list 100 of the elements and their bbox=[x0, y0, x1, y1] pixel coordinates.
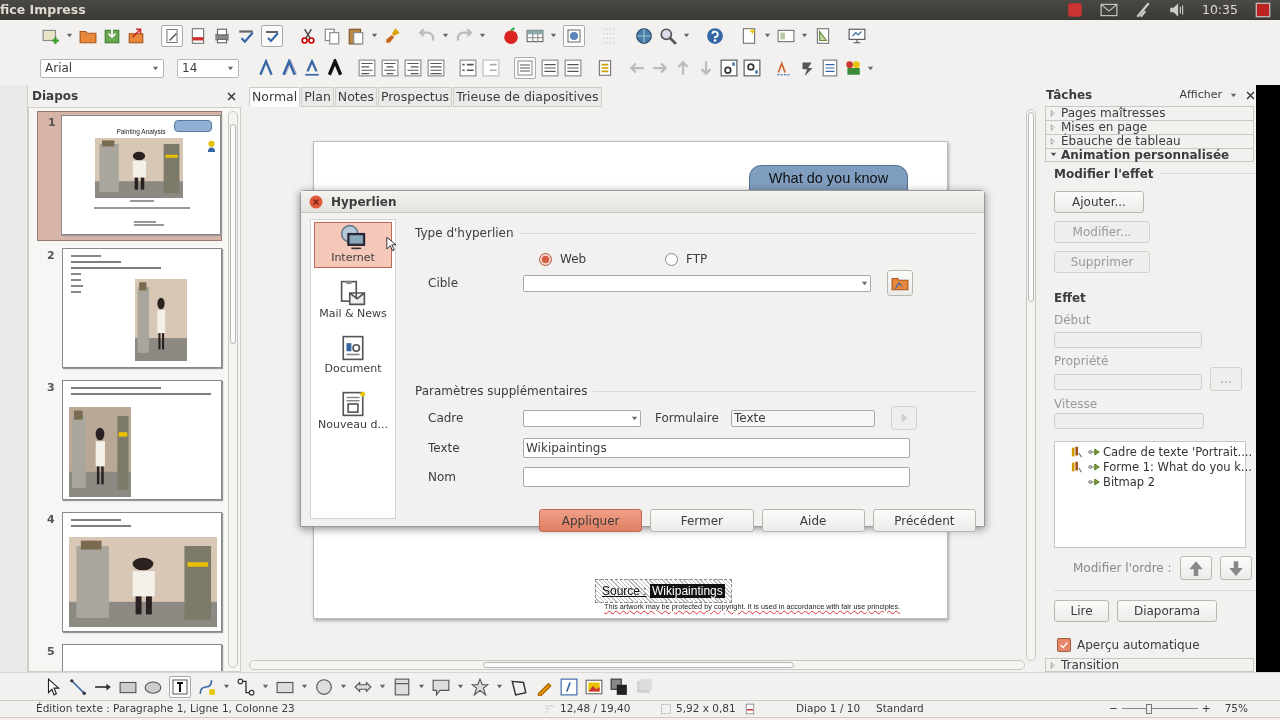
lower-icon[interactable] bbox=[743, 59, 761, 77]
mail-icon[interactable] bbox=[1099, 1, 1118, 19]
slide-thumbnail[interactable] bbox=[62, 512, 222, 632]
volume-icon[interactable] bbox=[1167, 1, 1186, 19]
category-item[interactable]: Internet bbox=[314, 222, 392, 268]
panel-section-header[interactable]: Ébauche de tableau bbox=[1045, 133, 1254, 148]
justify-icon[interactable] bbox=[427, 59, 445, 77]
textbox-icon[interactable] bbox=[560, 677, 578, 696]
dropdown-caret-icon[interactable] bbox=[631, 414, 638, 422]
image-frame-icon[interactable] bbox=[563, 24, 585, 47]
power-icon[interactable] bbox=[1254, 1, 1272, 19]
edit-icon[interactable] bbox=[161, 24, 183, 47]
dialog-button[interactable]: Appliquer bbox=[539, 509, 643, 532]
animation-row[interactable]: Bitmap 2 bbox=[1055, 474, 1245, 490]
line-icon[interactable] bbox=[69, 677, 87, 696]
copy-icon[interactable] bbox=[323, 26, 341, 45]
caret-icon[interactable] bbox=[479, 32, 486, 39]
effect-arrow-icon[interactable] bbox=[1087, 476, 1101, 489]
caret-icon[interactable] bbox=[371, 32, 378, 39]
caret-icon[interactable] bbox=[262, 683, 269, 690]
globe-icon[interactable] bbox=[635, 26, 653, 45]
name-field[interactable] bbox=[523, 467, 910, 487]
effect-arrow-icon[interactable] bbox=[1087, 446, 1101, 459]
view-tab[interactable]: Notes bbox=[334, 87, 377, 107]
category-item[interactable]: Nouveau d... bbox=[314, 388, 392, 434]
flowchart-icon[interactable] bbox=[393, 677, 411, 696]
panel-section-header[interactable]: Animation personnalisée bbox=[1045, 147, 1254, 162]
move-up-button[interactable] bbox=[1179, 556, 1212, 580]
effect-button[interactable]: Ajouter... bbox=[1054, 190, 1144, 213]
printer-icon[interactable] bbox=[213, 26, 231, 45]
slide-thumbnail[interactable] bbox=[62, 248, 222, 368]
arrange-icon[interactable] bbox=[610, 677, 628, 696]
zoom-slider[interactable] bbox=[1121, 704, 1198, 714]
caret-icon[interactable] bbox=[801, 32, 808, 39]
caret-icon[interactable] bbox=[66, 32, 73, 39]
slide-thumbnail-row[interactable]: 3 bbox=[37, 377, 222, 505]
dialog-button[interactable]: Aide bbox=[761, 509, 865, 532]
ball-icon[interactable] bbox=[502, 26, 520, 45]
play-button[interactable]: Lire bbox=[1054, 600, 1109, 622]
view-tab[interactable]: Plan bbox=[301, 87, 334, 107]
slide-thumbnail-row[interactable]: 4 bbox=[37, 509, 222, 637]
caret-icon[interactable] bbox=[550, 32, 557, 39]
font-size-field[interactable]: 14 bbox=[177, 58, 239, 78]
caret-icon[interactable] bbox=[1230, 91, 1237, 99]
save-icon[interactable] bbox=[103, 26, 121, 45]
close-icon[interactable] bbox=[1245, 89, 1256, 101]
close-icon[interactable] bbox=[226, 90, 237, 102]
pdf-icon[interactable] bbox=[189, 26, 207, 45]
caret-icon[interactable] bbox=[867, 64, 874, 72]
shadow-text-icon[interactable] bbox=[280, 59, 298, 77]
caret-icon[interactable] bbox=[457, 683, 464, 690]
slide-thumbnail[interactable] bbox=[62, 380, 222, 500]
dialog-button[interactable]: Fermer bbox=[650, 509, 754, 532]
scissors-icon[interactable] bbox=[299, 26, 317, 45]
effects-icon[interactable] bbox=[844, 59, 862, 77]
animation-item[interactable]: Cadre de texte 'Portrait.... bbox=[1103, 443, 1253, 461]
bullet-list-icon[interactable] bbox=[459, 59, 477, 77]
outline-text-icon[interactable] bbox=[257, 59, 275, 77]
slideshow-button[interactable]: Diaporama bbox=[1117, 600, 1217, 622]
caret-icon[interactable] bbox=[683, 32, 690, 39]
effect-arrow-icon[interactable] bbox=[1087, 461, 1101, 474]
underline-text-icon[interactable] bbox=[303, 59, 321, 77]
text-field[interactable]: Wikipaintings bbox=[523, 438, 910, 458]
image-icon[interactable] bbox=[585, 677, 603, 696]
spelling-icon[interactable] bbox=[775, 59, 793, 77]
view-tab[interactable]: Trieuse de diapositives bbox=[453, 87, 602, 107]
caret-icon[interactable] bbox=[379, 683, 386, 690]
move-down-button[interactable] bbox=[1219, 556, 1252, 580]
symbol-shape-icon[interactable] bbox=[315, 677, 333, 696]
triangle-ruler-icon[interactable] bbox=[814, 26, 832, 45]
animation-item[interactable]: Forme 1: What do you k... bbox=[1103, 458, 1252, 476]
align-left-icon[interactable] bbox=[358, 59, 376, 77]
form-spin-box[interactable]: Texte bbox=[730, 409, 875, 427]
view-tab[interactable]: Prospectus bbox=[377, 87, 453, 107]
category-item[interactable]: Mail & News bbox=[314, 277, 392, 323]
star-icon[interactable] bbox=[471, 677, 489, 696]
dialog-button[interactable]: Précédent bbox=[872, 509, 976, 532]
caret-icon[interactable] bbox=[418, 683, 425, 690]
align-center-icon[interactable] bbox=[381, 59, 399, 77]
caret-icon[interactable] bbox=[301, 683, 308, 690]
zoom-out-button[interactable]: − bbox=[1109, 701, 1118, 717]
bold-text-icon[interactable] bbox=[326, 59, 344, 77]
dropdown-caret-icon[interactable] bbox=[152, 64, 159, 72]
caret-icon[interactable] bbox=[442, 32, 449, 39]
export-icon[interactable] bbox=[127, 26, 145, 45]
spacing-icon[interactable] bbox=[564, 59, 582, 77]
scrollbar[interactable] bbox=[1026, 109, 1036, 661]
text-frame-icon[interactable] bbox=[169, 675, 191, 698]
zoom-thumb[interactable] bbox=[1146, 704, 1153, 714]
list-box-icon[interactable] bbox=[821, 59, 839, 77]
connector-icon[interactable] bbox=[237, 677, 255, 696]
star-page-icon[interactable] bbox=[740, 26, 758, 45]
source-link[interactable]: Wikipaintings bbox=[650, 584, 725, 598]
checkbox[interactable] bbox=[1057, 638, 1071, 652]
caret-icon[interactable] bbox=[223, 683, 230, 690]
spacing-icon[interactable] bbox=[541, 59, 559, 77]
panel-section-header[interactable]: Transition bbox=[1045, 658, 1254, 672]
dropdown-caret-icon[interactable] bbox=[227, 64, 234, 72]
scrollbar[interactable] bbox=[249, 660, 1025, 670]
magnifier-icon[interactable] bbox=[659, 26, 677, 45]
